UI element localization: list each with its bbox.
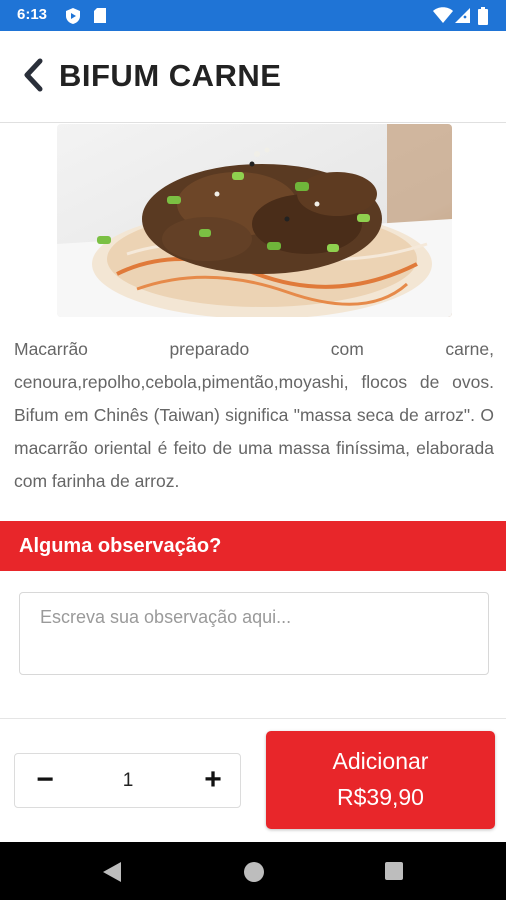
- add-button-label: Adicionar: [332, 748, 429, 774]
- page-title: BIFUM CARNE: [59, 58, 282, 93]
- status-bar: 6:13: [0, 0, 506, 31]
- app-header: BIFUM CARNE: [0, 31, 506, 123]
- observation-input[interactable]: [19, 592, 489, 675]
- observation-section-header: Alguma observação?: [0, 521, 506, 571]
- decrease-quantity-button[interactable]: −: [29, 764, 61, 798]
- sd-card-icon: [94, 8, 106, 23]
- wifi-icon: [433, 7, 453, 23]
- play-protect-icon: [66, 8, 80, 24]
- back-chevron-icon[interactable]: [18, 55, 48, 95]
- product-image: [57, 124, 452, 317]
- status-time: 6:13: [17, 6, 48, 23]
- quantity-value: 1: [122, 770, 134, 791]
- add-button-price: R$39,90: [337, 784, 424, 810]
- increase-quantity-button[interactable]: +: [197, 764, 229, 798]
- product-description: Macarrão preparado com carne, cenoura,re…: [14, 339, 494, 491]
- signal-icon: [455, 8, 470, 23]
- system-navigation-bar: [0, 842, 506, 900]
- add-to-cart-button[interactable]: Adicionar R$39,90: [266, 731, 495, 829]
- battery-icon: [478, 7, 488, 25]
- divider: [0, 718, 506, 719]
- quantity-stepper: − 1 +: [14, 753, 241, 808]
- nav-recents-icon[interactable]: [384, 861, 404, 881]
- nav-home-icon[interactable]: [243, 861, 265, 883]
- nav-back-icon[interactable]: [101, 861, 123, 883]
- observation-label: Alguma observação?: [19, 535, 222, 557]
